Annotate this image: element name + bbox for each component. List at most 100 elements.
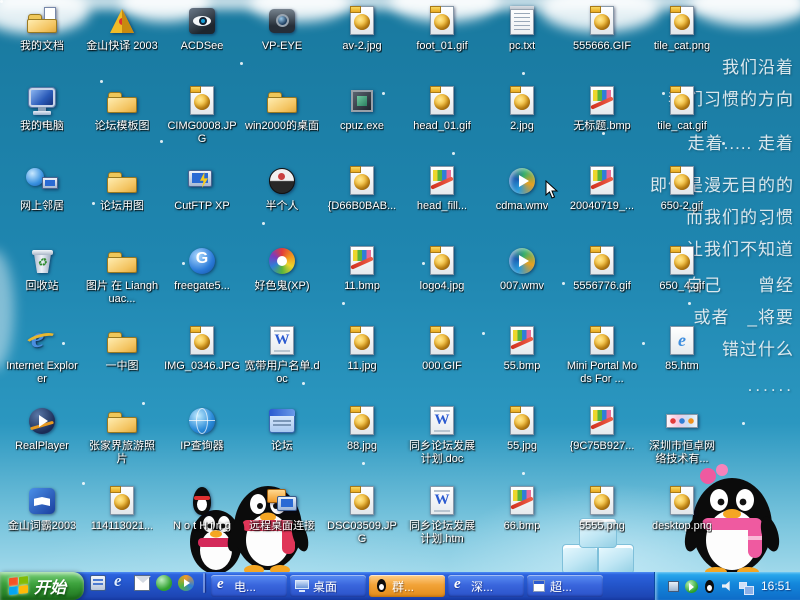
desktop-icon-label: 5556776.gif — [573, 280, 631, 293]
desktop-icon[interactable]: 宽带用户名单.doc — [243, 325, 321, 386]
desktop-icon[interactable]: 金山词霸2003 — [3, 485, 81, 533]
desktop-icon[interactable]: 论坛模板图 — [83, 85, 161, 133]
desktop-icon[interactable]: 000.GIF — [403, 325, 481, 373]
desktop-icon[interactable]: 007.wmv — [483, 245, 561, 293]
desktop-icon[interactable]: 回收站 — [3, 245, 81, 293]
desktop-icon[interactable]: CutFTP XP — [163, 165, 241, 213]
desktop-icon[interactable]: tile_cat.gif — [643, 85, 721, 133]
desktop-icon[interactable]: DSC03509.JPG — [323, 485, 401, 546]
desktop-icon-label: 85.htm — [665, 360, 699, 373]
image-icon — [425, 5, 459, 37]
desktop-icon[interactable]: 55.bmp — [483, 325, 561, 373]
desktop-icon[interactable]: VP-EYE — [243, 5, 321, 53]
volume-tray-icon[interactable] — [720, 579, 735, 594]
desktop-icon[interactable]: 114113021... — [83, 485, 161, 533]
app-acdsee-icon — [185, 5, 219, 37]
desktop-icon[interactable]: head_01.gif — [403, 85, 481, 133]
desktop-icon[interactable]: RealPlayer — [3, 405, 81, 453]
desktop-icon[interactable]: 网上邻居 — [3, 165, 81, 213]
desktop-icon[interactable]: 66.bmp — [483, 485, 561, 533]
desktop-icon[interactable]: 20040719_... — [563, 165, 641, 213]
desktop-icon[interactable]: 金山快译 2003 — [83, 5, 161, 53]
desktop-icon[interactable]: desktop.png — [643, 485, 721, 533]
desktop-icon-label: 55.jpg — [507, 440, 537, 453]
desktop-icon[interactable]: {D66B0BAB... — [323, 165, 401, 213]
desktop-icon[interactable]: 5555.png — [563, 485, 641, 533]
taskbar-button-4[interactable]: 深... — [448, 575, 524, 597]
desktop-icon[interactable]: 图片 在 Lianghuac... — [83, 245, 161, 306]
desktop-icon[interactable]: Internet Explorer — [3, 325, 81, 386]
desktop-icon[interactable]: 5556776.gif — [563, 245, 641, 293]
clock[interactable]: 16:51 — [761, 579, 791, 593]
desktop-icon[interactable]: 一中图 — [83, 325, 161, 373]
desktop-icon-label: desktop.png — [652, 520, 712, 533]
scanner-tray-icon[interactable] — [666, 579, 681, 594]
start-button[interactable]: 开始 — [0, 572, 84, 600]
taskbar-button-label: 超... — [550, 578, 572, 595]
desktop-icon[interactable]: 无标题.bmp — [563, 85, 641, 133]
msn-messenger-icon[interactable] — [154, 572, 174, 594]
taskbar-button-1[interactable]: 电... — [211, 575, 287, 597]
desktop-icon[interactable]: 好色鬼(XP) — [243, 245, 321, 293]
desktop-icon[interactable]: 张家界旅游照片 — [83, 405, 161, 466]
media-player-icon[interactable] — [176, 572, 196, 594]
desktop-icon[interactable]: IP查询器 — [163, 405, 241, 453]
internet-explorer-icon[interactable] — [110, 572, 130, 594]
desktop-icon[interactable]: 论坛用图 — [83, 165, 161, 213]
desktop-icon-label: N o t H i n g — [173, 520, 231, 533]
desktop-icon[interactable]: logo4.jpg — [403, 245, 481, 293]
desktop-icon[interactable]: 85.htm — [643, 325, 721, 373]
desktop-icon[interactable]: 55.jpg — [483, 405, 561, 453]
desktop-icon[interactable]: 11.jpg — [323, 325, 401, 373]
qq-penguin-tray-icon[interactable] — [702, 579, 717, 594]
desktop-icon[interactable]: Mini Portal Mods For ... — [563, 325, 641, 386]
bmp-icon — [505, 325, 539, 357]
desktop-icon[interactable]: pc.txt — [483, 5, 561, 53]
desktop-icon[interactable]: 555666.GIF — [563, 5, 641, 53]
desktop-icon[interactable]: 650_4.gif — [643, 245, 721, 293]
desktop-icon[interactable]: av-2.jpg — [323, 5, 401, 53]
taskbar: 开始 电... 桌面 群... 深... 超... 16:51 — [0, 572, 800, 600]
desktop-icon[interactable]: 2.jpg — [483, 85, 561, 133]
desktop-icon[interactable]: 远程桌面连接 — [243, 485, 321, 533]
image-icon — [185, 325, 219, 357]
desktop-icon[interactable]: freegate5... — [163, 245, 241, 293]
desktop-icon-label: 5555.png — [579, 520, 625, 533]
desktop-icon-label: 11.jpg — [347, 360, 376, 373]
show-desktop-icon[interactable] — [88, 572, 108, 594]
desktop-icon[interactable]: tile_cat.png — [643, 5, 721, 53]
desktop-icon[interactable]: CIMG0008.JPG — [163, 85, 241, 146]
desktop-icon[interactable]: 半个人 — [243, 165, 321, 213]
desktop-icon[interactable]: 论坛 — [243, 405, 321, 453]
my-computer-icon — [25, 85, 59, 117]
image-icon — [585, 245, 619, 277]
desktop-icon[interactable]: 同乡论坛发展计划.doc — [403, 405, 481, 466]
desktop-icon[interactable]: foot_01.gif — [403, 5, 481, 53]
desktop-icon[interactable]: 我的文档 — [3, 5, 81, 53]
network-tray-icon[interactable] — [738, 579, 753, 594]
desktop-icon[interactable]: cpuz.exe — [323, 85, 401, 133]
desktop-icon[interactable]: ACDSee — [163, 5, 241, 53]
outlook-express-icon[interactable] — [132, 572, 152, 594]
desktop-icon[interactable]: 11.bmp — [323, 245, 401, 293]
desktop-icon[interactable]: {9C75B927... — [563, 405, 641, 453]
desktop-icon[interactable]: win2000的桌面 — [243, 85, 321, 133]
taskbar-button-2[interactable]: 桌面 — [290, 575, 366, 597]
taskbar-button-5[interactable]: 超... — [527, 575, 603, 597]
taskbar-button-3[interactable]: 群... — [369, 575, 445, 597]
desktop-icon[interactable]: 650-2.gif — [643, 165, 721, 213]
desktop-icon[interactable]: 深圳市恒卓网络技术有... — [643, 405, 721, 466]
app-vpeye-icon — [265, 5, 299, 37]
desktop-icon-label: 同乡论坛发展计划.htm — [404, 520, 480, 546]
desktop[interactable]: 我们沿着我们习惯的方向走着..... 走着即便是漫无目的的而我们的习惯让我们不知… — [0, 0, 800, 572]
desktop-icon[interactable]: N o t H i n g — [163, 485, 241, 533]
desktop-icon[interactable]: 同乡论坛发展计划.htm — [403, 485, 481, 546]
desktop-icon-label: 88.jpg — [347, 440, 377, 453]
desktop-icon[interactable]: head_fill... — [403, 165, 481, 213]
desktop-icon[interactable]: 我的电脑 — [3, 85, 81, 133]
desktop-icon[interactable]: IMG_0346.JPG — [163, 325, 241, 373]
desktop-icon[interactable]: 88.jpg — [323, 405, 401, 453]
desktop-icon-label: 论坛 — [271, 440, 293, 453]
green-media-tray-icon[interactable] — [684, 579, 699, 594]
app-forum-icon — [265, 405, 299, 437]
